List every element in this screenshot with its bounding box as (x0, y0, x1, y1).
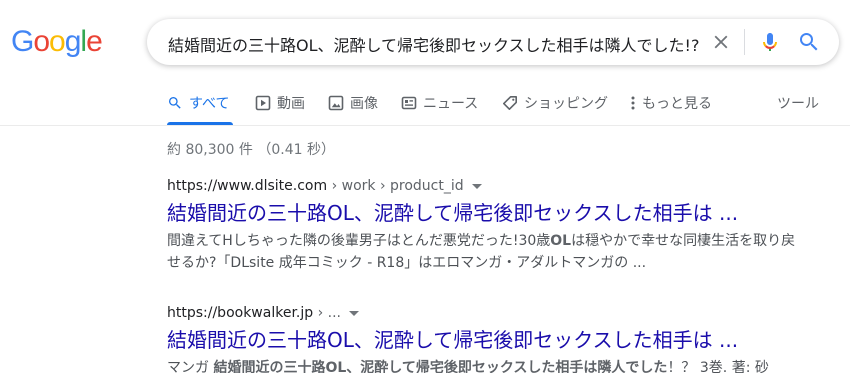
tab-more[interactable]: もっと見る (629, 93, 712, 113)
tools-label: ツール (777, 96, 819, 112)
result-snippet: 間違えてHしちゃった隣の後輩男子はとんだ悪党だった!30歳OLは穏やかで幸せな同… (167, 230, 807, 274)
snippet-text: マンガ (167, 360, 214, 373)
snippet-text: ！？ 3巻. 著: 砂 (667, 360, 769, 373)
google-results-page: Google 結婚間近の三十路OL、泥酔して帰宅後即セックスした相手は隣人でした… (0, 0, 850, 373)
news-icon (401, 96, 417, 110)
search-icon (169, 97, 181, 109)
result-url[interactable]: https://www.dlsite.com › work › product_… (167, 178, 807, 194)
tab-label: すべて (189, 96, 230, 112)
result-url-domain: https://www.dlsite.com (167, 178, 328, 194)
search-result: https://www.dlsite.com › work › product_… (167, 178, 807, 274)
tab-all[interactable]: すべて (167, 93, 229, 113)
snippet-highlight: OL (550, 233, 572, 249)
tag-icon (503, 96, 517, 110)
result-stats: 約 80,300 件 （0.41 秒） (167, 142, 335, 158)
snippet-text: 間違えてHしちゃった隣の後輩男子はとんだ悪党だった!30歳 (167, 233, 551, 249)
chevron-down-icon[interactable] (349, 310, 360, 316)
result-url[interactable]: https://bookwalker.jp › ... (167, 305, 807, 321)
result-title-link[interactable]: 結婚間近の三十路OL、泥酔して帰宅後即セックスした相手は ... (167, 327, 807, 353)
header-divider (0, 125, 850, 126)
tab-news[interactable]: ニュース (401, 93, 478, 113)
search-tabs: すべて 動画 画像 ニュース ショッピング もっと見る ツール (0, 0, 850, 125)
image-icon (328, 95, 344, 111)
tab-label: 画像 (350, 96, 378, 112)
search-result: https://bookwalker.jp › ... 結婚間近の三十路OL、泥… (167, 305, 807, 373)
tab-images[interactable]: 画像 (328, 93, 378, 113)
tab-label: ニュース (423, 96, 479, 112)
result-url-path: › ... (313, 305, 342, 321)
result-url-path: › work › product_id (327, 178, 464, 194)
chevron-down-icon[interactable] (471, 183, 482, 189)
video-icon (255, 95, 271, 111)
tab-label: 動画 (277, 96, 305, 112)
result-snippet: マンガ 結婚間近の三十路OL、泥酔して帰宅後即セックスした相手は隣人でした！？ … (167, 357, 807, 373)
more-dots-icon (631, 96, 635, 110)
tab-videos[interactable]: 動画 (255, 93, 305, 113)
tab-shopping[interactable]: ショッピング (502, 93, 608, 113)
tab-label: もっと見る (642, 96, 712, 112)
snippet-highlight: 結婚間近の三十路OL、泥酔して帰宅後即セックスした相手は隣人でした (213, 360, 668, 373)
result-url-domain: https://bookwalker.jp (167, 305, 314, 321)
tab-label: ショッピング (524, 96, 608, 112)
tools-button[interactable]: ツール (777, 93, 819, 113)
result-title-link[interactable]: 結婚間近の三十路OL、泥酔して帰宅後即セックスした相手は ... (167, 200, 807, 226)
